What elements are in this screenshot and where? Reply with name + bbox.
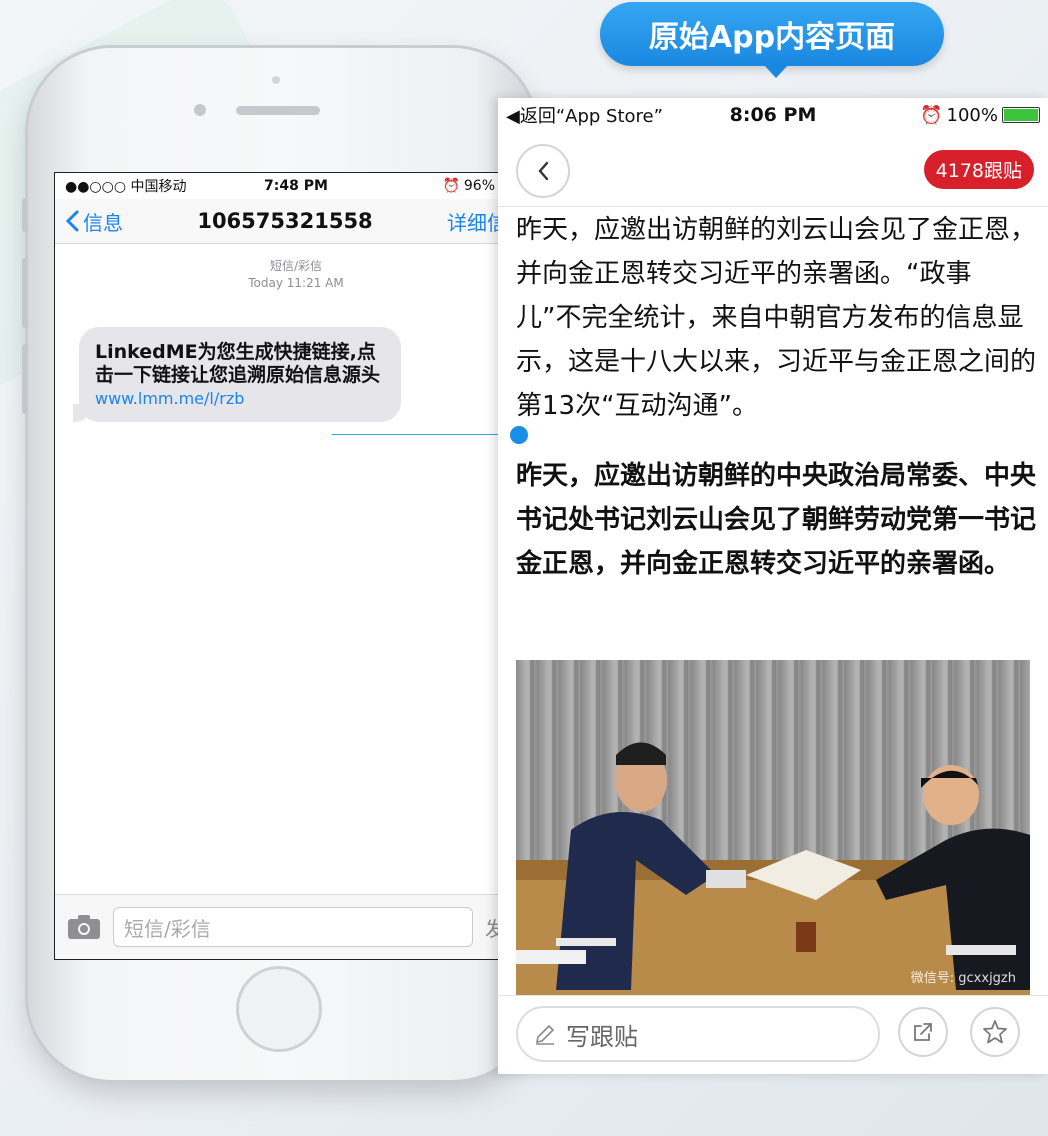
connector-dot xyxy=(510,426,528,444)
proximity-sensor xyxy=(194,104,206,116)
pencil-icon xyxy=(535,1024,555,1045)
sms-navbar: 信息 10657532155​8 详细信息 xyxy=(55,199,537,244)
volume-down-button xyxy=(22,344,28,414)
earpiece-speaker xyxy=(236,106,320,115)
article-paragraph-1: 昨天，应邀出访朝鲜的刘云山会见了金正恩，并向金正恩转交习近平的亲署函。“政事儿”… xyxy=(516,215,1037,421)
favorite-button[interactable] xyxy=(970,1007,1020,1057)
iphone-device: ●●○○○ 中国移动 7:48 PM ⏰ 96% 信息 10657532155​… xyxy=(22,48,538,1080)
clock: 7:48 PM xyxy=(264,178,328,194)
message-composer: 短信/彩信 发送 xyxy=(55,894,537,959)
comment-count-badge[interactable]: 4178跟贴 xyxy=(923,150,1034,189)
message-timestamp: Today 11:21 AM xyxy=(248,276,344,290)
sms-screen: ●●○○○ 中国移动 7:48 PM ⏰ 96% 信息 10657532155​… xyxy=(54,172,538,960)
front-camera xyxy=(272,76,280,84)
message-link[interactable]: www.lmm.me/l/rzb xyxy=(95,389,385,408)
mute-switch xyxy=(22,198,28,232)
status-bar: ●●○○○ 中国移动 7:48 PM ⏰ 96% xyxy=(55,173,537,199)
back-label: 信息 xyxy=(83,210,123,235)
chevron-left-icon xyxy=(65,210,79,232)
star-icon xyxy=(983,1020,1007,1044)
share-icon xyxy=(914,1023,932,1041)
camera-icon[interactable] xyxy=(67,914,101,940)
message-input[interactable]: 短信/彩信 xyxy=(113,907,473,947)
battery-icon xyxy=(1002,107,1040,123)
app-status-bar: ◀返回“App Store” 8:06 PM ⏰ 100% xyxy=(498,98,1048,132)
message-meta: 短信/彩信 Today 11:21 AM xyxy=(55,258,537,292)
message-text: LinkedME为您生成快捷链接,点击一下链接让您追溯原始信息源头 xyxy=(95,341,381,386)
article-toolbar: 写跟贴 xyxy=(498,995,1048,1074)
home-button[interactable] xyxy=(236,966,322,1052)
app-clock: 8:06 PM xyxy=(729,104,817,126)
photo-watermark: 微信号: gcxxjgzh xyxy=(910,971,1016,986)
callout-label: 原始App内容页面 xyxy=(600,2,944,78)
article-paragraph-2: 昨天，应邀出访朝鲜的中央政治局常委、中央书记处书记刘云山会见了朝鲜劳动党第一书记… xyxy=(516,461,1037,579)
back-button[interactable] xyxy=(516,144,570,198)
share-button[interactable] xyxy=(898,1007,948,1057)
app-content-screen: ◀返回“App Store” 8:06 PM ⏰ 100% 4178跟贴 昨天，… xyxy=(498,98,1048,1074)
back-button[interactable]: 信息 xyxy=(65,207,123,236)
conversation-title: 10657532155​8 xyxy=(197,209,373,233)
article-photo: 微信号: gcxxjgzh xyxy=(516,660,1030,996)
connector-line xyxy=(332,434,518,435)
message-type: 短信/彩信 xyxy=(269,259,323,273)
message-bubble: LinkedME为您生成快捷链接,点击一下链接让您追溯原始信息源头 www.lm… xyxy=(73,327,401,422)
photo-illustration xyxy=(516,660,1030,996)
chevron-left-icon xyxy=(538,161,549,181)
article-navbar: 4178跟贴 xyxy=(498,132,1048,207)
write-comment-input[interactable]: 写跟贴 xyxy=(516,1006,880,1062)
volume-up-button xyxy=(22,258,28,328)
write-comment-label: 写跟贴 xyxy=(566,1022,638,1051)
